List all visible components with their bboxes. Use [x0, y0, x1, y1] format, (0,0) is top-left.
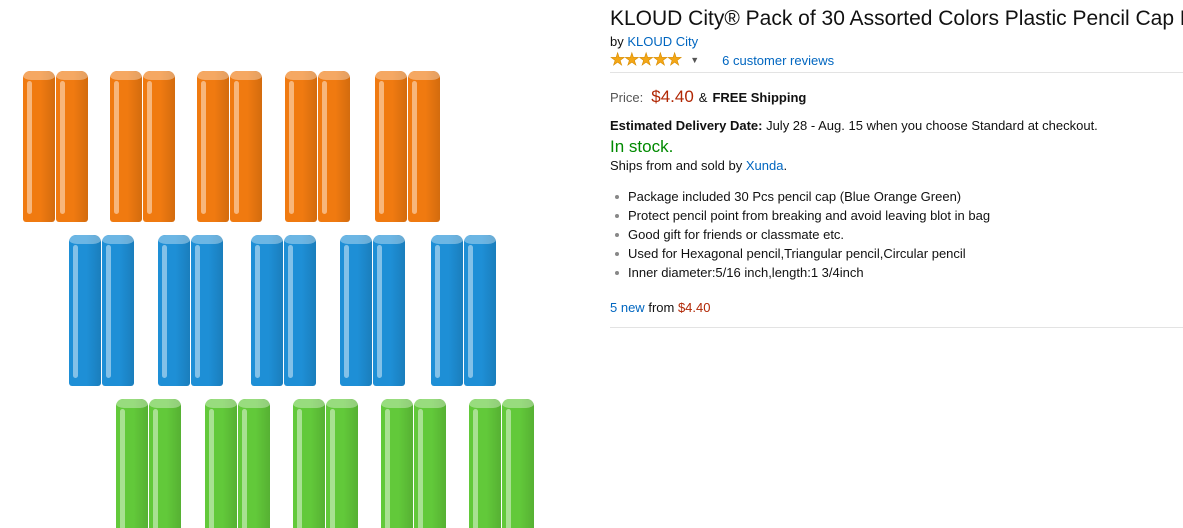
- ships-from: Ships from and sold by Xunda.: [610, 158, 787, 173]
- ships-suffix: .: [783, 158, 788, 173]
- orange-pencil-cap: [285, 71, 317, 222]
- star-rating-icon[interactable]: ★★★★★: [610, 50, 683, 70]
- rating-row: ★★★★★ ▼ 6 customer reviews: [610, 50, 834, 70]
- feature-bullet: Package included 30 Pcs pencil cap (Blue…: [610, 187, 990, 206]
- green-pencil-cap: [116, 399, 148, 528]
- blue-pencil-cap: [431, 235, 463, 386]
- offers-from: from: [648, 300, 675, 315]
- divider: [610, 327, 1183, 328]
- orange-pencil-cap: [110, 71, 142, 222]
- byline-prefix: by: [610, 34, 624, 49]
- stock-status: In stock.: [610, 137, 674, 156]
- orange-pencil-cap: [143, 71, 175, 222]
- blue-pencil-cap: [102, 235, 134, 386]
- feature-bullet: Good gift for friends or classmate etc.: [610, 225, 990, 244]
- orange-pencil-cap: [197, 71, 229, 222]
- delivery-estimate: Estimated Delivery Date: July 28 - Aug. …: [610, 118, 1098, 133]
- product-title: KLOUD City® Pack of 30 Assorted Colors P…: [610, 7, 1183, 30]
- feature-bullet: Used for Hexagonal pencil,Triangular pen…: [610, 244, 990, 263]
- customer-reviews-link[interactable]: 6 customer reviews: [722, 53, 834, 68]
- orange-pencil-cap: [230, 71, 262, 222]
- blue-pencil-cap: [69, 235, 101, 386]
- orange-pencil-cap: [56, 71, 88, 222]
- price-row: Price: $4.40 & FREE Shipping: [610, 87, 806, 107]
- new-offers-link[interactable]: 5 new: [610, 300, 645, 315]
- green-pencil-cap: [205, 399, 237, 528]
- price-amp: &: [698, 90, 708, 105]
- product-details: KLOUD City® Pack of 30 Assorted Colors P…: [610, 0, 1183, 528]
- green-pencil-cap: [469, 399, 501, 528]
- blue-pencil-cap: [340, 235, 372, 386]
- blue-pencil-cap: [251, 235, 283, 386]
- byline: by KLOUD City: [610, 34, 698, 49]
- blue-pencil-cap: [191, 235, 223, 386]
- seller-link[interactable]: Xunda: [746, 158, 784, 173]
- ships-prefix: Ships from and sold by: [610, 158, 743, 173]
- product-image[interactable]: [0, 0, 600, 528]
- other-offers: 5 new from $4.40: [610, 300, 711, 315]
- green-pencil-cap: [326, 399, 358, 528]
- green-pencil-cap: [414, 399, 446, 528]
- offers-price: $4.40: [677, 300, 711, 315]
- caret-down-icon[interactable]: ▼: [690, 55, 699, 65]
- green-pencil-cap: [502, 399, 534, 528]
- green-pencil-cap: [293, 399, 325, 528]
- green-pencil-cap: [381, 399, 413, 528]
- price-label: Price:: [610, 90, 644, 105]
- feature-bullet: Protect pencil point from breaking and a…: [610, 206, 990, 225]
- green-pencil-cap: [238, 399, 270, 528]
- orange-pencil-cap: [408, 71, 440, 222]
- blue-pencil-cap: [373, 235, 405, 386]
- divider: [610, 72, 1183, 73]
- blue-pencil-cap: [158, 235, 190, 386]
- brand-link[interactable]: KLOUD City: [627, 34, 698, 49]
- orange-pencil-cap: [318, 71, 350, 222]
- blue-pencil-cap: [464, 235, 496, 386]
- delivery-text: July 28 - Aug. 15 when you choose Standa…: [766, 118, 1098, 133]
- feature-bullets: Package included 30 Pcs pencil cap (Blue…: [610, 187, 990, 282]
- free-shipping-label: FREE Shipping: [712, 90, 807, 105]
- blue-pencil-cap: [284, 235, 316, 386]
- orange-pencil-cap: [375, 71, 407, 222]
- green-pencil-cap: [149, 399, 181, 528]
- orange-pencil-cap: [23, 71, 55, 222]
- delivery-label: Estimated Delivery Date:: [610, 118, 763, 133]
- feature-bullet: Inner diameter:5/16 inch,length:1 3/4inc…: [610, 263, 990, 282]
- price-value: $4.40: [651, 87, 694, 106]
